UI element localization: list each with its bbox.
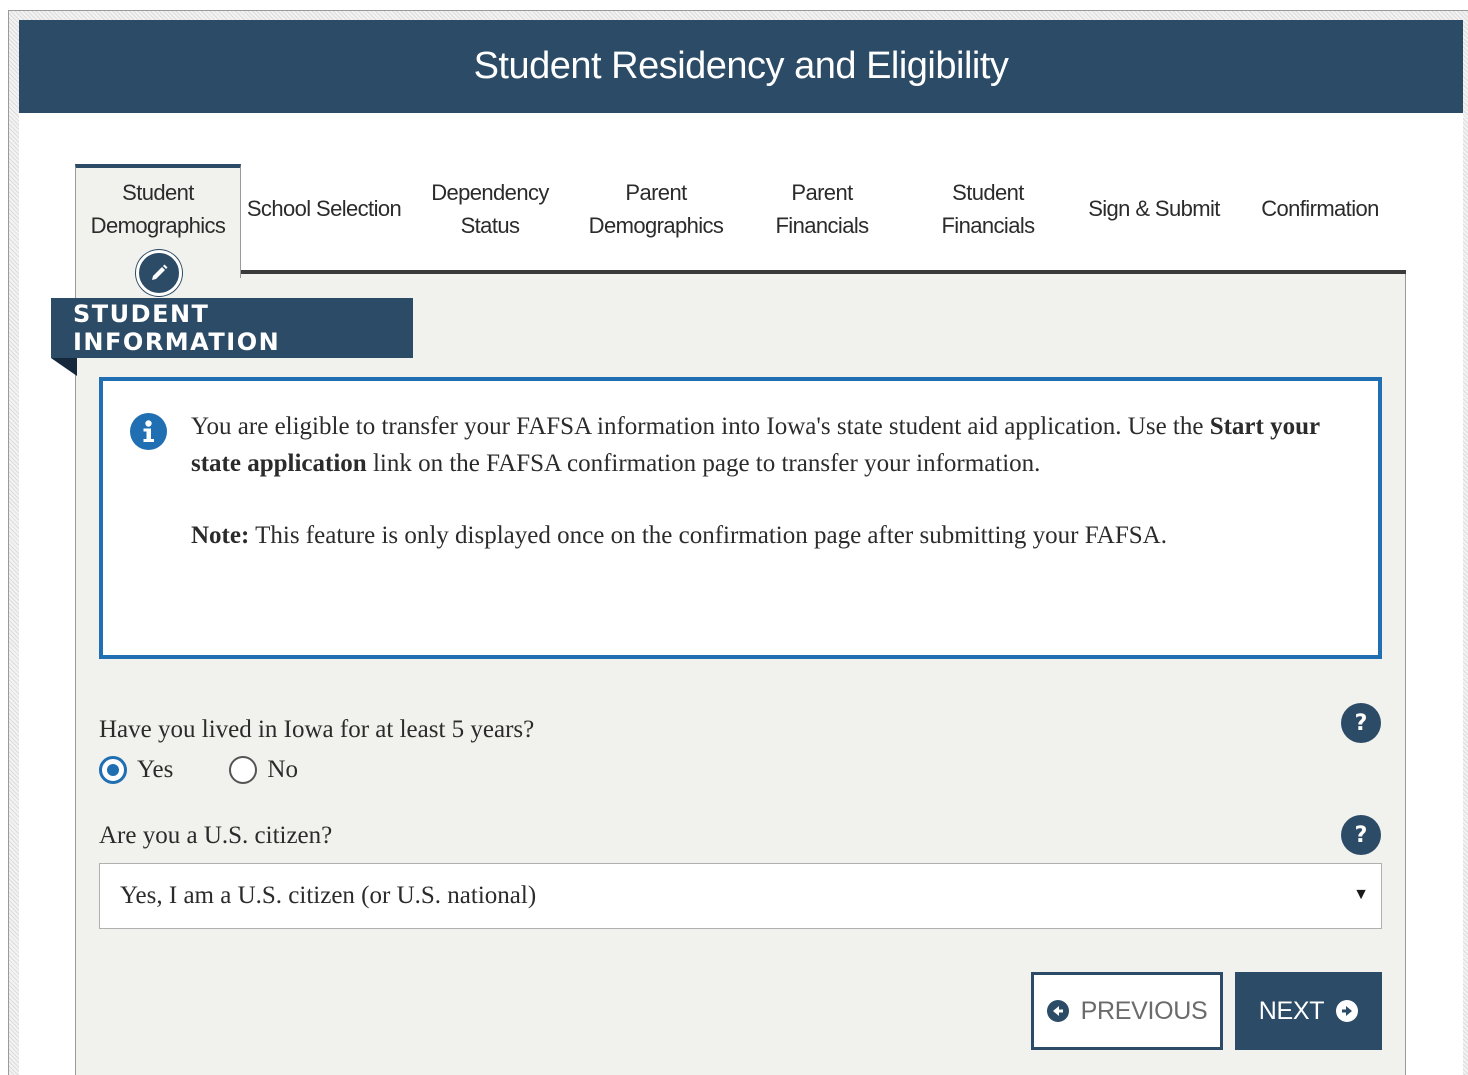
note-label: Note:: [191, 522, 250, 549]
previous-button[interactable]: PREVIOUS: [1031, 972, 1223, 1050]
info-line: link on the FAFSA confirmation page to t…: [366, 449, 1041, 477]
note-text: This feature is only displayed once on t…: [249, 522, 1167, 549]
tab-label: Dependency: [431, 180, 549, 205]
question-iowa-residency: Have you lived in Iowa for at least 5 ye…: [99, 716, 535, 743]
arrow-right-circle-icon: [1336, 1000, 1359, 1022]
info-text: You are eligible to transfer your FAFSA …: [191, 409, 1361, 555]
tab-label: School Selection: [246, 196, 402, 221]
tab-school-selection[interactable]: School Selection: [241, 164, 407, 268]
tab-label: Confirmation: [1261, 196, 1379, 221]
tab-label: Student: [952, 180, 1024, 205]
info-line: You are eligible to transfer your FAFSA …: [191, 413, 1122, 440]
arrow-left-circle-icon: [1046, 1000, 1069, 1022]
section-title-text: STUDENT INFORMATION: [73, 300, 281, 356]
tab-label: Demographics: [588, 213, 724, 238]
tab-confirmation[interactable]: Confirmation: [1237, 164, 1403, 268]
tab-label: Financials: [941, 213, 1035, 238]
info-note: Note: This feature is only displayed onc…: [191, 518, 1361, 555]
section-title: STUDENT INFORMATION: [51, 298, 413, 358]
radio-yes[interactable]: Yes: [99, 756, 173, 784]
info-icon: [130, 413, 167, 450]
ribbon-fold: [51, 358, 77, 376]
iowa-residency-radio-group: Yes No: [99, 752, 298, 788]
tab-sign-submit[interactable]: Sign & Submit: [1071, 164, 1237, 268]
tab-label: Parent: [791, 180, 853, 205]
caret-down-icon: ▼: [1353, 886, 1369, 903]
question-citizenship: Are you a U.S. citizen?: [99, 822, 333, 849]
tab-label: Status: [460, 213, 520, 238]
radio-label: Yes: [137, 756, 174, 783]
tab-label: Sign & Submit: [1088, 196, 1220, 221]
page-title: Student Residency and Eligibility: [473, 45, 1009, 87]
info-paragraph: You are eligible to transfer your FAFSA …: [191, 409, 1361, 482]
tab-label: Financials: [775, 213, 869, 238]
info-line: Use the: [1127, 413, 1210, 440]
help-icon[interactable]: ?: [1341, 815, 1381, 855]
help-glyph: ?: [1354, 822, 1368, 848]
tab-dependency-status[interactable]: Dependency Status: [407, 164, 573, 268]
tab-student-financials[interactable]: Student Financials: [905, 164, 1071, 268]
info-alert: You are eligible to transfer your FAFSA …: [99, 377, 1382, 659]
tab-label: Student: [122, 180, 194, 205]
radio-button[interactable]: [229, 756, 258, 784]
citizenship-select[interactable]: Yes, I am a U.S. citizen (or U.S. nation…: [99, 863, 1382, 929]
tab-parent-financials[interactable]: Parent Financials: [739, 164, 905, 268]
tab-parent-demographics[interactable]: Parent Demographics: [573, 164, 739, 268]
radio-label: No: [267, 756, 298, 783]
tab-label: Demographics: [90, 213, 226, 238]
page: Student Residency and Eligibility Studen…: [19, 20, 1463, 1075]
help-glyph: ?: [1354, 710, 1368, 736]
tab-label: Parent: [625, 180, 687, 205]
radio-button-checked[interactable]: [99, 756, 127, 784]
next-button[interactable]: NEXT: [1235, 972, 1382, 1050]
help-icon[interactable]: ?: [1341, 703, 1381, 743]
select-value: Yes, I am a U.S. citizen (or U.S. nation…: [120, 882, 537, 909]
next-label: NEXT: [1258, 996, 1325, 1025]
pencil-icon: [136, 250, 182, 296]
page-header: Student Residency and Eligibility: [19, 20, 1463, 113]
radio-no[interactable]: No: [229, 756, 298, 784]
progress-tabs: Student Demographics School Selection De…: [75, 164, 1406, 296]
previous-label: PREVIOUS: [1080, 996, 1208, 1025]
